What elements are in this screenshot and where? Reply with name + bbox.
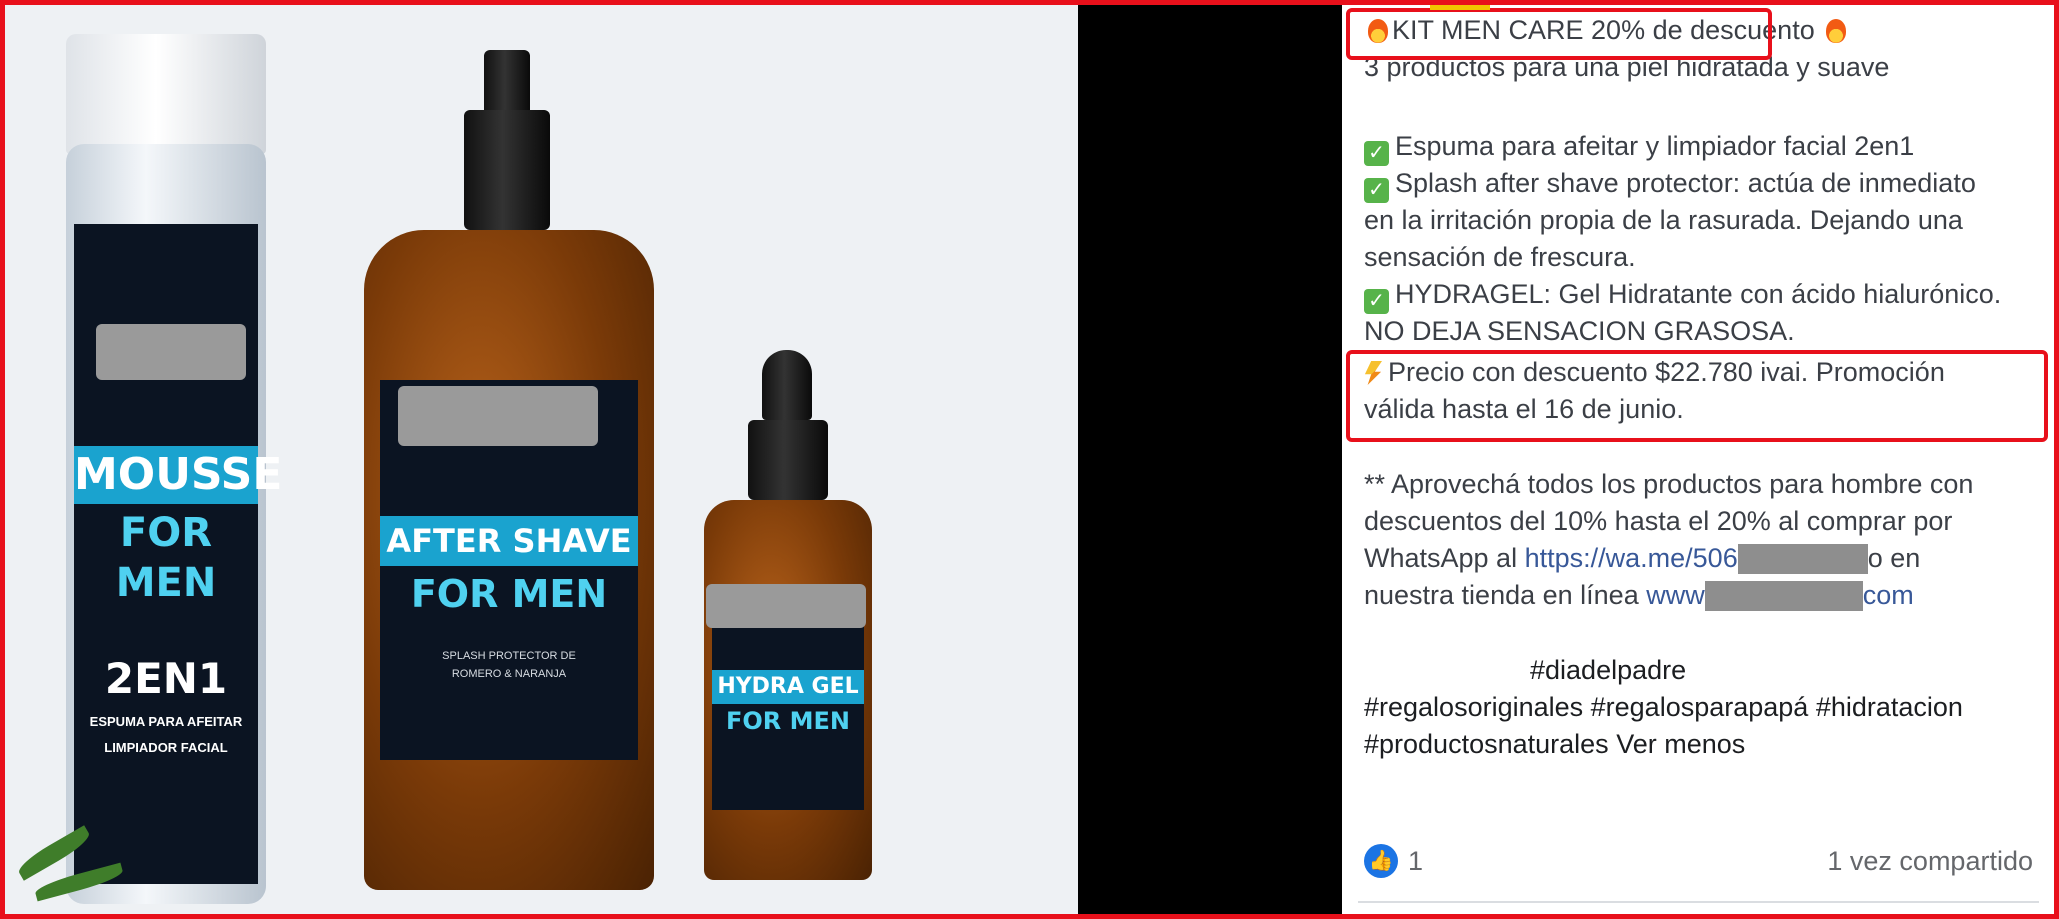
see-less-link[interactable]: Ver menos: [1616, 729, 1745, 759]
post-subtitle: 3 productos para una piel hidratada y su…: [1364, 52, 1890, 82]
like-icon[interactable]: 👍: [1364, 844, 1398, 878]
promo-text: nuestra tienda en línea: [1364, 580, 1639, 610]
check-icon: ✓: [1364, 178, 1389, 203]
hashtags-line-last: #productosnaturales Ver menos: [1364, 726, 1745, 763]
hydra-gel-subtitle: FOR MEN: [726, 707, 850, 735]
mousse-desc-1: ESPUMA PARA AFEITAR: [89, 714, 243, 729]
like-count[interactable]: 1: [1408, 844, 1423, 878]
item-text: sensación de frescura.: [1364, 242, 1636, 272]
mousse-subtitle: FOR MEN: [115, 510, 217, 606]
shares-count[interactable]: 1 vez compartido: [1827, 844, 2033, 878]
mousse-2en1: 2EN1: [104, 654, 228, 703]
mousse-title: MOUSSE: [74, 446, 282, 504]
fire-icon: [1368, 19, 1388, 43]
post-title: KIT MEN CARE 20% de descuento: [1392, 15, 1815, 45]
store-link-start: www: [1646, 580, 1705, 610]
mousse-bottle: MOUSSE FOR MEN 2EN1 ESPUMA PARA AFEITAR …: [66, 34, 282, 904]
divider: [1358, 901, 2039, 903]
promo-line-whatsapp: WhatsApp al https://wa.me/506 o en: [1364, 540, 1920, 577]
store-link-end: com: [1862, 580, 1914, 610]
price-text: Precio con descuento $22.780 ivai. Promo…: [1388, 357, 1945, 387]
whatsapp-link[interactable]: https://wa.me/506: [1525, 543, 1738, 573]
redaction-box: [1737, 544, 1868, 574]
lightning-icon: [1364, 361, 1382, 385]
post-title-row: KIT MEN CARE 20% de descuento: [1364, 12, 1850, 49]
price-validity: válida hasta el 16 de junio.: [1364, 394, 1684, 424]
promo-text: descuentos del 10% hasta el 20% al compr…: [1364, 506, 1953, 536]
product-photo[interactable]: MOUSSE FOR MEN 2EN1 ESPUMA PARA AFEITAR …: [4, 4, 1078, 915]
hashtag-link[interactable]: #productosnaturales: [1364, 729, 1609, 759]
price-line: Precio con descuento $22.780 ivai. Promo…: [1364, 354, 1945, 391]
list-item: ✓ HYDRAGEL: Gel Hidratante con ácido hial…: [1364, 276, 2001, 314]
item-text: en la irritación propia de la rasurada. …: [1364, 205, 1963, 235]
check-icon: ✓: [1364, 141, 1389, 166]
hydra-gel-bottle: HYDRA GEL FOR MEN: [704, 350, 874, 890]
hydra-gel-title: HYDRA GEL: [712, 670, 864, 704]
item-text: Espuma para afeitar y limpiador facial 2…: [1395, 131, 1915, 161]
list-item: ✓ Splash after shave protector: actúa de …: [1364, 165, 1976, 203]
hashtags-line[interactable]: #regalosoriginales #regalosparapapá #hid…: [1364, 689, 1963, 726]
after-shave-title: AFTER SHAVE: [380, 516, 638, 566]
after-shave-desc-1: SPLASH PROTECTOR DE: [442, 650, 576, 662]
after-shave-subtitle: FOR MEN: [410, 572, 608, 616]
redaction-box: [1704, 581, 1863, 611]
fire-icon: [1826, 19, 1847, 43]
store-link[interactable]: www com: [1646, 580, 1914, 611]
after-shave-bottle: AFTER SHAVE FOR MEN SPLASH PROTECTOR DE …: [364, 50, 664, 900]
promo-text: o en: [1867, 543, 1921, 573]
redaction-box: [96, 324, 246, 380]
promo-text: WhatsApp al: [1364, 543, 1518, 573]
after-shave-desc-2: ROMERO & NARANJA: [451, 668, 567, 680]
check-icon: ✓: [1364, 289, 1389, 314]
hashtag-link[interactable]: #diadelpadre: [1530, 652, 1686, 689]
redaction-box: [398, 386, 598, 446]
post-panel: KIT MEN CARE 20% de descuento 3 producto…: [1342, 4, 2055, 915]
screenshot-frame: MOUSSE FOR MEN 2EN1 ESPUMA PARA AFEITAR …: [0, 0, 2059, 919]
black-spacer: [1078, 4, 1342, 915]
item-text: HYDRAGEL: Gel Hidratante con ácido hialu…: [1395, 279, 2002, 309]
item-text: Splash after shave protector: actúa de i…: [1395, 168, 1976, 198]
promo-text: ** Aprovechá todos los productos para ho…: [1364, 469, 1974, 499]
item-text: NO DEJA SENSACION GRASOSA.: [1364, 316, 1795, 346]
promo-line-store: nuestra tienda en línea www com: [1364, 577, 1914, 614]
redaction-box: [706, 584, 866, 628]
mousse-desc-2: LIMPIADOR FACIAL: [104, 740, 228, 755]
list-item: ✓ Espuma para afeitar y limpiador facial …: [1364, 128, 1914, 166]
annotation-arrow: [1430, 0, 1490, 10]
